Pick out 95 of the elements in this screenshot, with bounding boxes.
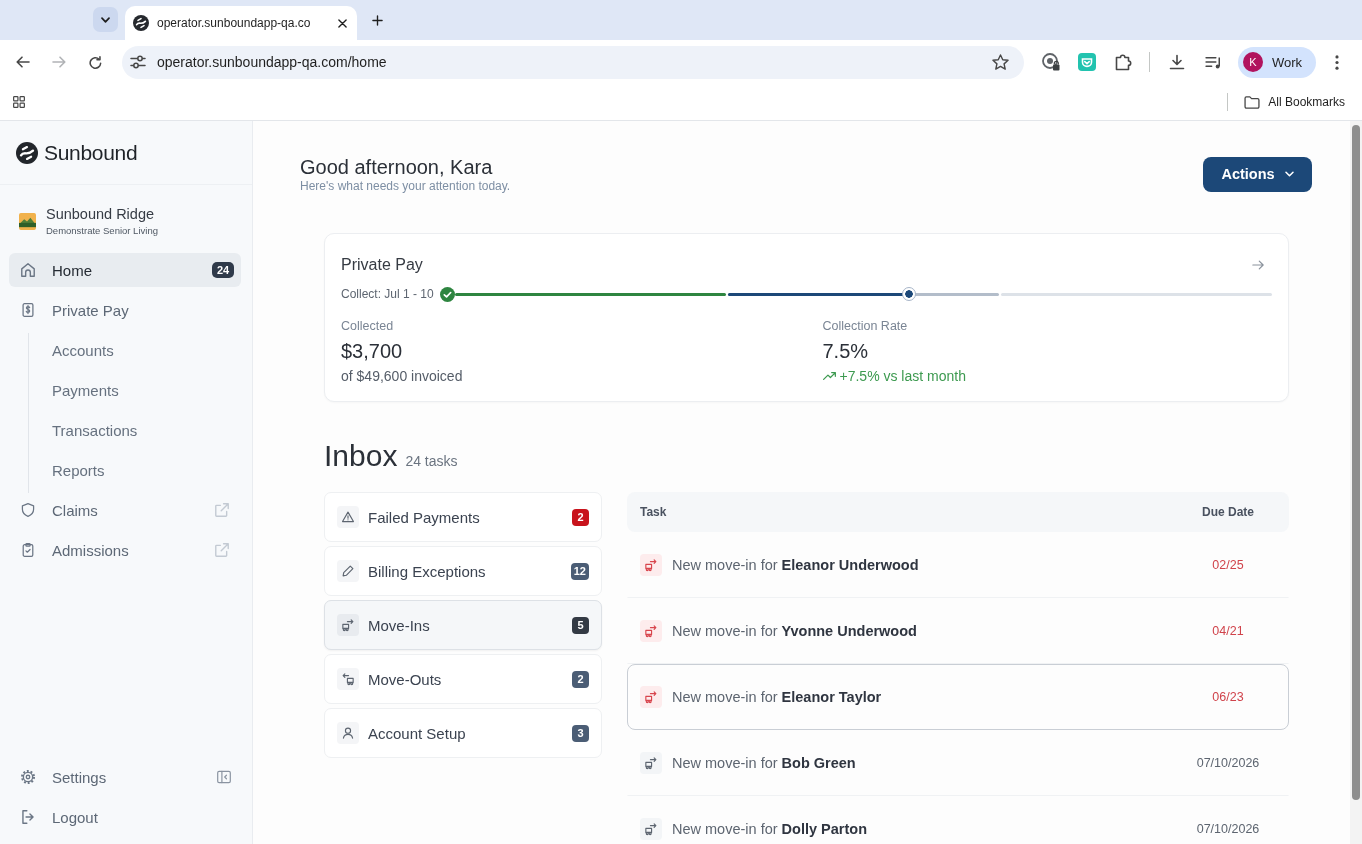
task-title: New move-in for Yvonne Underwood [672,623,917,639]
apps-grid-icon[interactable] [13,96,25,108]
stat-value: 7.5% [822,339,869,363]
due-date: 04/21 [1212,624,1244,638]
inbox-category[interactable]: Billing Exceptions 12 [324,546,602,596]
due-date: 07/10/2026 [1196,822,1260,836]
task-row[interactable]: New move-in for Eleanor Taylor 06/23 [627,664,1289,730]
logout-icon [21,810,35,824]
profile-avatar: K [1243,52,1263,72]
shield-icon [21,503,35,517]
greeting: Good afternoon, Kara [300,155,494,179]
warning-icon [337,506,359,528]
task-row[interactable]: New move-in for Dolly Parton 07/10/2026 [627,796,1289,844]
brand-name: Sunbound [44,140,138,165]
reload-icon [88,55,102,69]
settings-icon [21,770,35,784]
close-icon [337,18,347,28]
count-badge: 12 [570,562,589,580]
facility-logo-icon [19,212,36,230]
stat-note: of $49,600 invoiced [341,368,463,384]
facility-name: Sunbound Ridge [46,205,156,223]
inbox-category[interactable]: Move-Outs 2 [324,654,602,704]
playlist-icon [1204,55,1222,69]
nav-item[interactable]: Claims [9,493,241,527]
scrollbar-thumb[interactable] [1352,125,1360,800]
heart-tile-icon [1078,53,1096,71]
chevron-down-icon [1284,171,1294,177]
back-arrow-icon [16,56,30,68]
period-label: Collect: Jul 1 - 10 [341,287,434,301]
inbox-category[interactable]: Account Setup 3 [324,708,602,758]
count-badge: 5 [572,616,589,634]
column-header: Task [640,505,667,519]
column-header: Due Date [1202,505,1254,519]
chevron-down-icon [101,16,110,23]
stat-label: Collection Rate [822,319,908,333]
download-icon [1169,54,1185,70]
sidebar-panel-icon [217,770,231,784]
nav-item[interactable]: Admissions [9,533,241,567]
count-badge: 3 [572,724,589,742]
facility-subtitle: Demonstrate Senior Living [46,224,158,237]
task-count: 24 tasks [405,453,458,469]
nav-subitem[interactable]: Payments [29,373,241,407]
task-title: New move-in for Bob Green [672,755,856,771]
nav-subitem[interactable]: Reports [29,453,241,487]
nav-subitem[interactable]: Accounts [29,333,241,367]
nav-item[interactable]: Settings [9,760,217,794]
nav-item[interactable]: Home 24 [9,253,241,287]
nav-item[interactable]: Logout [9,800,241,834]
card-title: Private Pay [341,256,423,274]
task-row[interactable]: New move-in for Bob Green 07/10/2026 [627,730,1289,796]
tab-search-button[interactable] [93,7,118,32]
count-badge: 2 [572,670,589,688]
actions-button[interactable]: Actions [1203,156,1312,192]
due-date: 07/10/2026 [1196,756,1260,770]
due-date: 06/23 [1212,690,1244,704]
favicon-icon [133,15,149,31]
home-icon [21,263,35,277]
task-row[interactable]: New move-in for Eleanor Underwood 02/25 [627,532,1289,598]
count-badge: 2 [572,508,589,526]
logo-icon [16,141,38,164]
inbox-title: Inbox [324,438,398,474]
browser-tab[interactable]: operator.sunboundapp-qa.co [125,6,357,40]
due-date: 02/25 [1212,558,1244,572]
inbox-category[interactable]: Failed Payments 2 [324,492,602,542]
task-row[interactable]: New move-in for Yvonne Underwood 04/21 [627,598,1289,664]
inbox-category[interactable]: Move-Ins 5 [324,600,602,650]
trend-note: +7.5% vs last month [839,368,966,384]
address-bar[interactable]: operator.sunboundapp-qa.com/home [122,45,1024,79]
person-icon [337,722,359,744]
puzzle-icon [1115,53,1133,71]
menu-icon [1335,54,1339,70]
profile-button[interactable]: K Work [1238,46,1316,78]
star-icon[interactable] [992,54,1009,70]
all-bookmarks-button[interactable]: All Bookmarks [1238,88,1345,116]
nav-item[interactable]: Private Pay [9,293,241,327]
forward-arrow-icon [52,56,66,68]
site-settings-icon[interactable] [130,55,146,69]
folder-icon [1244,95,1261,109]
stat-value: $3,700 [341,339,403,363]
trend-up-icon [822,372,836,380]
lock-badge-icon [1042,53,1060,71]
dollar-document-icon [21,303,35,317]
check-circle-icon [439,286,455,302]
task-title: New move-in for Dolly Parton [672,821,867,837]
stat-label: Collected [341,319,394,333]
arrow-right-icon[interactable] [1252,260,1264,270]
plus-icon [371,14,383,26]
pencil-icon [337,560,359,582]
greeting-subtitle: Here's what needs your attention today. [300,179,511,193]
task-title: New move-in for Eleanor Underwood [672,557,919,573]
count-badge: 24 [212,262,234,278]
collapse-sidebar-button[interactable] [217,770,231,784]
clipboard-check-icon [21,543,35,557]
nav-subitem[interactable]: Transactions [29,413,241,447]
task-title: New move-in for Eleanor Taylor [672,689,882,705]
